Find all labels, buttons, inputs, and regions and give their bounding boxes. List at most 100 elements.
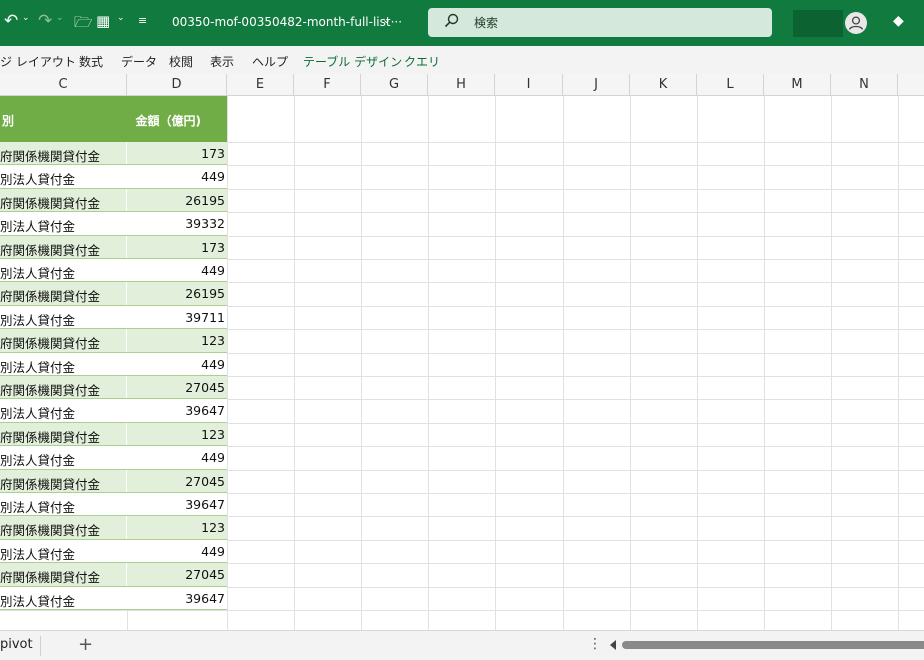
cell-category[interactable]: 別法人貸付金: [0, 216, 126, 235]
table-row: 別法人貸付金 39647: [0, 399, 227, 423]
cell-category[interactable]: 府関係機関貸付金: [0, 146, 126, 165]
cell-category[interactable]: 別法人貸付金: [0, 357, 126, 376]
cell-amount[interactable]: 27045: [185, 380, 225, 395]
undo-icon[interactable]: ↶: [4, 11, 18, 31]
scrollbar-splitter-icon[interactable]: ⋮: [588, 636, 602, 652]
cell-amount[interactable]: 449: [201, 544, 225, 559]
menu-query[interactable]: クエリ: [404, 53, 440, 70]
cell-category[interactable]: 府関係機関貸付金: [0, 520, 126, 539]
search-placeholder: 検索: [474, 16, 499, 30]
table-row: 別法人貸付金 449: [0, 165, 227, 189]
table-header-amount[interactable]: 金額（億円): [136, 112, 202, 129]
premium-diamond-icon[interactable]: ◆: [893, 13, 904, 29]
worksheet-grid[interactable]: 別 金額（億円) 府関係機関貸付金 173 別法人貸付金 449 府関係機関貸付金 261…: [0, 96, 924, 630]
open-folder-icon[interactable]: 🗁: [74, 12, 93, 37]
column-header-i[interactable]: I: [495, 74, 563, 96]
menu-formulas[interactable]: 数式: [79, 53, 103, 70]
menu-view[interactable]: 表示: [210, 53, 234, 70]
column-header-k[interactable]: K: [630, 74, 697, 96]
file-name[interactable]: 00350-mof-00350482-month-full-list···: [172, 15, 402, 29]
cell-category[interactable]: 別法人貸付金: [0, 263, 126, 282]
table-row: 別法人貸付金 449: [0, 539, 227, 564]
cell-category[interactable]: 別法人貸付金: [0, 591, 126, 610]
cell-category[interactable]: 府関係機関貸付金: [0, 240, 126, 259]
search-box[interactable]: 検索: [428, 8, 772, 37]
cell-amount[interactable]: 26195: [185, 286, 225, 301]
cell-amount[interactable]: 39332: [185, 216, 225, 231]
redo-dropdown-icon[interactable]: ⌄: [56, 13, 64, 23]
column-header-h[interactable]: H: [428, 74, 495, 96]
cell-separator: [126, 142, 127, 166]
cell-amount[interactable]: 39647: [185, 591, 225, 606]
menu-page-layout[interactable]: ジ レイアウト: [0, 53, 76, 70]
account-name-block[interactable]: [793, 10, 843, 37]
cell-amount[interactable]: 39647: [185, 497, 225, 512]
cell-category[interactable]: 別法人貸付金: [0, 450, 126, 469]
table-row: 別法人貸付金 39647: [0, 493, 227, 517]
undo-dropdown-icon[interactable]: ⌄: [22, 13, 30, 23]
column-header-c[interactable]: C: [0, 74, 127, 96]
cell-amount[interactable]: 26195: [185, 193, 225, 208]
cell-amount[interactable]: 173: [201, 146, 225, 161]
cell-category[interactable]: 府関係機関貸付金: [0, 333, 126, 352]
column-header-l[interactable]: L: [697, 74, 764, 96]
cell-category[interactable]: 府関係機関貸付金: [0, 567, 126, 586]
cell-category[interactable]: 別法人貸付金: [0, 169, 126, 188]
file-name-dropdown-icon[interactable]: ⌄: [382, 13, 391, 26]
cell-category[interactable]: 別法人貸付金: [0, 544, 126, 563]
cell-separator: [126, 446, 127, 470]
cell-separator: [126, 329, 127, 353]
column-header-f[interactable]: F: [294, 74, 361, 96]
person-icon: [848, 16, 864, 30]
sheet-view-icon[interactable]: ▦: [96, 12, 110, 30]
cell-separator: [126, 259, 127, 283]
cell-amount[interactable]: 449: [201, 450, 225, 465]
cell-amount[interactable]: 449: [201, 169, 225, 184]
column-header-e[interactable]: E: [227, 74, 294, 96]
cell-amount[interactable]: 39711: [185, 310, 225, 325]
sheet-tab-pivot[interactable]: pivot: [0, 637, 33, 652]
table-header-category[interactable]: 別: [2, 112, 14, 129]
cell-separator: [126, 516, 127, 540]
scroll-left-arrow-icon[interactable]: [610, 640, 616, 650]
column-header-n[interactable]: N: [831, 74, 898, 96]
cell-category[interactable]: 府関係機関貸付金: [0, 286, 126, 305]
cell-amount[interactable]: 123: [201, 427, 225, 442]
cell-separator: [126, 165, 127, 189]
cell-category[interactable]: 別法人貸付金: [0, 403, 126, 422]
menu-help[interactable]: ヘルプ: [252, 53, 288, 70]
table-row: 府関係機関貸付金 27045: [0, 469, 227, 493]
cell-amount[interactable]: 123: [201, 333, 225, 348]
cell-amount[interactable]: 123: [201, 520, 225, 535]
cell-amount[interactable]: 27045: [185, 567, 225, 582]
menu-table-design[interactable]: テーブル デザイン: [303, 53, 402, 70]
column-header-d[interactable]: D: [127, 74, 227, 96]
customize-toolbar-icon[interactable]: ≡: [138, 14, 147, 27]
column-header-g[interactable]: G: [361, 74, 428, 96]
cell-amount[interactable]: 449: [201, 263, 225, 278]
menu-review[interactable]: 校閲: [169, 53, 193, 70]
menu-data[interactable]: データ: [121, 53, 157, 70]
account-avatar[interactable]: [845, 12, 867, 34]
cell-amount[interactable]: 27045: [185, 474, 225, 489]
cell-category[interactable]: 府関係機関貸付金: [0, 427, 126, 446]
cell-category[interactable]: 府関係機関貸付金: [0, 193, 126, 212]
table-row: 別法人貸付金 39647: [0, 586, 227, 610]
sheet-view-dropdown-icon[interactable]: ⌄: [117, 13, 125, 23]
cell-separator: [126, 188, 127, 213]
column-header-j[interactable]: J: [563, 74, 630, 96]
cell-category[interactable]: 別法人貸付金: [0, 310, 126, 329]
cell-category[interactable]: 別法人貸付金: [0, 497, 126, 516]
add-sheet-button[interactable]: +: [78, 634, 93, 655]
cell-amount[interactable]: 173: [201, 240, 225, 255]
cell-category[interactable]: 府関係機関貸付金: [0, 474, 126, 493]
column-header-m[interactable]: M: [764, 74, 831, 96]
cell-amount[interactable]: 449: [201, 357, 225, 372]
cell-amount[interactable]: 39647: [185, 403, 225, 418]
tab-separator: [40, 636, 41, 656]
sheet-tab-bar: pivot + ⋮: [0, 630, 924, 660]
horizontal-scrollbar[interactable]: [622, 641, 924, 649]
redo-icon[interactable]: ↷: [38, 11, 52, 31]
search-icon: [444, 13, 459, 28]
cell-category[interactable]: 府関係機関貸付金: [0, 380, 126, 399]
